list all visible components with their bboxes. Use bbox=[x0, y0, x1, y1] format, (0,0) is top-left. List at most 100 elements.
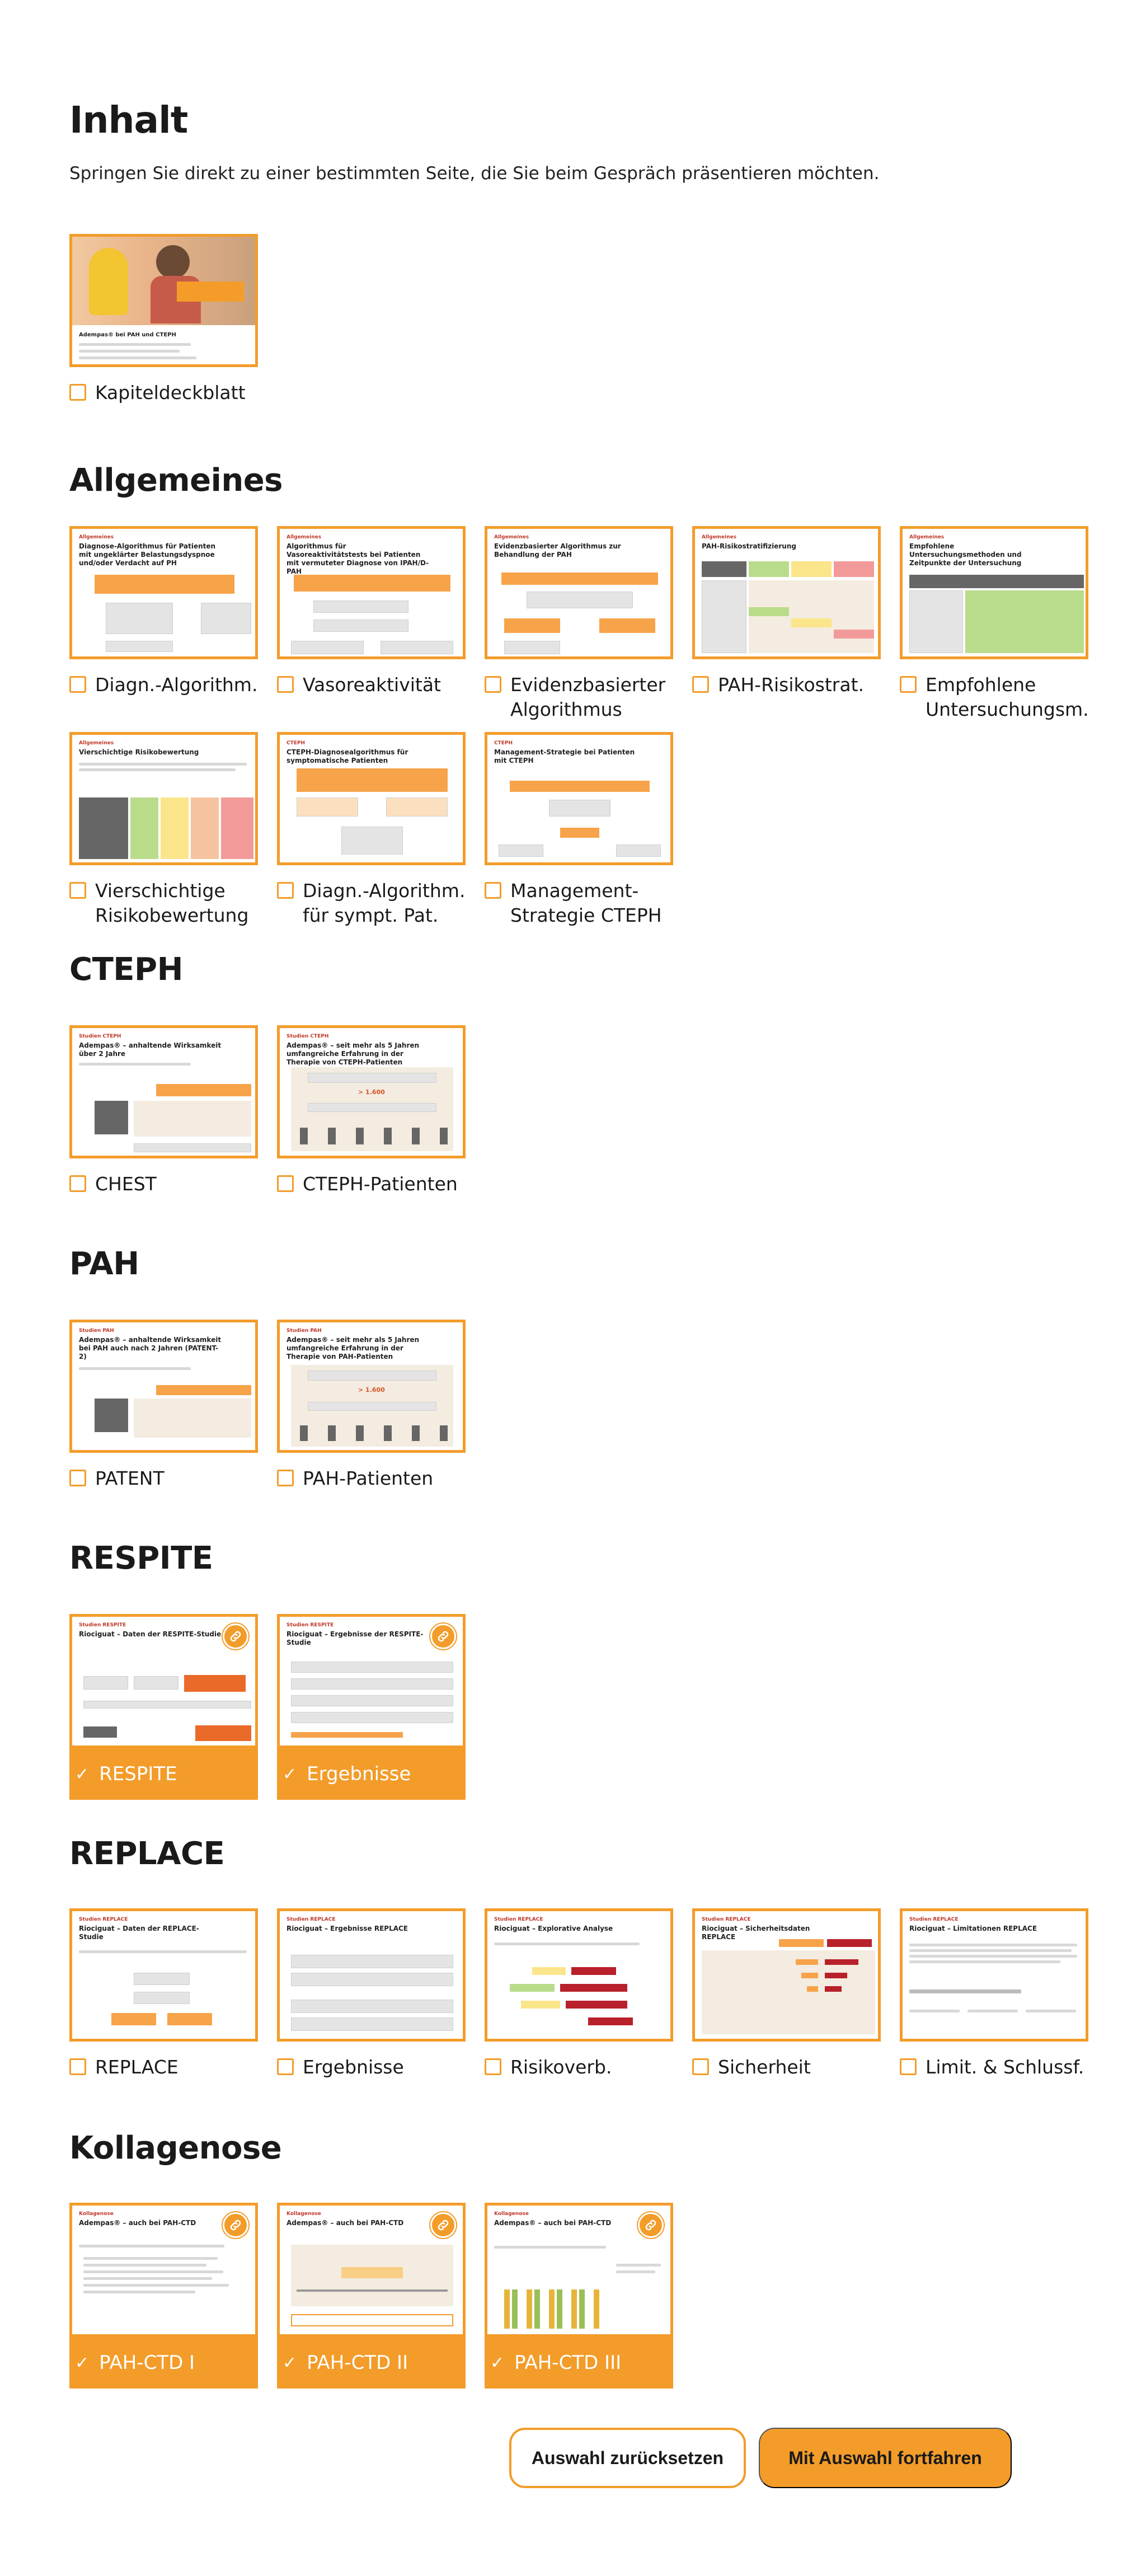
card-label: Diagn.-Algorithm. bbox=[95, 674, 258, 696]
reset-selection-button[interactable]: Auswahl zurücksetzen bbox=[509, 2428, 746, 2488]
slide-thumbnail[interactable]: Studien RESPITE Riociguat – Ergebnisse d… bbox=[277, 1614, 466, 1748]
slide-thumbnail[interactable]: Kollagenose Adempas® – auch bei PAH-CTD bbox=[69, 2203, 258, 2337]
card-label: Evidenzbasierter Algorithmus bbox=[510, 674, 666, 720]
section-title-replace: REPLACE bbox=[69, 1836, 225, 1872]
card-label: PAH-CTD III bbox=[514, 2352, 622, 2374]
slide-thumb-title: Adempas® – anhaltende Wirksamkeit über 2… bbox=[79, 1041, 222, 1058]
card-evidenzbasierter-algorithmus[interactable]: Allgemeines Evidenzbasierter Algorithmus… bbox=[485, 526, 673, 722]
cover-card[interactable]: Adempas® bei PAH und CTEPH Kapiteldeckbl… bbox=[69, 234, 258, 405]
slide-thumb-title: Vierschichtige Risikobewertung bbox=[79, 748, 199, 756]
card-diagn-algorithm[interactable]: Allgemeines Diagnose-Algorithmus für Pat… bbox=[69, 526, 258, 697]
card-pah-ctd-2[interactable]: Kollagenose Adempas® – auch bei PAH-CTD … bbox=[277, 2203, 466, 2389]
slide-thumbnail[interactable]: Studien CTEPH Adempas® – anhaltende Wirk… bbox=[69, 1025, 258, 1158]
cover-checkbox[interactable] bbox=[69, 384, 86, 401]
slide-thumb-title: Riociguat – Daten der REPLACE-Studie bbox=[79, 1925, 199, 1941]
slide-thumbnail[interactable]: Kollagenose Adempas® – auch bei PAH-CTD bbox=[277, 2203, 466, 2337]
card-vierschichtige-risikobewertung[interactable]: Allgemeines Vierschichtige Risikobewertu… bbox=[69, 732, 258, 928]
card-pah-ctd-1[interactable]: Kollagenose Adempas® – auch bei PAH-CTD … bbox=[69, 2203, 258, 2389]
card-pah-risikostrat[interactable]: Allgemeines PAH-Risikostratifizierung PA… bbox=[692, 526, 881, 697]
selected-bar[interactable]: ✓ RESPITE bbox=[69, 1748, 258, 1800]
continue-with-selection-button[interactable]: Mit Auswahl fortfahren bbox=[759, 2428, 1012, 2488]
checkbox[interactable] bbox=[485, 2058, 501, 2075]
card-label: Limit. & Schlussf. bbox=[926, 2056, 1084, 2078]
slide-thumbnail[interactable]: Allgemeines Diagnose-Algorithmus für Pat… bbox=[69, 526, 258, 659]
slide-thumb-title: Riociguat – Daten der RESPITE-Studie bbox=[79, 1630, 222, 1638]
selected-bar[interactable]: ✓ PAH-CTD III bbox=[485, 2337, 673, 2389]
selected-bar[interactable]: ✓ Ergebnisse bbox=[277, 1748, 466, 1800]
selected-bar[interactable]: ✓ PAH-CTD II bbox=[277, 2337, 466, 2389]
slide-thumb-title: Adempas® – auch bei PAH-CTD bbox=[79, 2219, 196, 2227]
section-title-allgemeines: Allgemeines bbox=[69, 462, 283, 499]
card-empfohlene-untersuchungsm[interactable]: Allgemeines Empfohlene Untersuchungsmeth… bbox=[900, 526, 1089, 722]
checkbox[interactable] bbox=[69, 2058, 86, 2075]
checkbox[interactable] bbox=[277, 2058, 294, 2075]
card-chest[interactable]: Studien CTEPH Adempas® – anhaltende Wirk… bbox=[69, 1025, 258, 1196]
link-icon[interactable] bbox=[430, 1624, 456, 1649]
checkbox[interactable] bbox=[900, 2058, 917, 2075]
slide-thumbnail[interactable]: Studien CTEPH Adempas® – seit mehr als 5… bbox=[277, 1025, 466, 1158]
slide-thumbnail[interactable]: Allgemeines PAH-Risikostratifizierung bbox=[692, 526, 881, 659]
slide-thumbnail[interactable]: Allgemeines Vierschichtige Risikobewertu… bbox=[69, 732, 258, 865]
slide-thumbnail[interactable]: Allgemeines Algorithmus für Vasoreaktivi… bbox=[277, 526, 466, 659]
slide-thumbnail[interactable]: Allgemeines Evidenzbasierter Algorithmus… bbox=[485, 526, 673, 659]
checkbox[interactable] bbox=[485, 882, 501, 899]
slide-thumbnail[interactable]: Studien REPLACE Riociguat – Sicherheitsd… bbox=[692, 1908, 881, 2042]
checkbox[interactable] bbox=[692, 2058, 709, 2075]
slide-thumbnail[interactable]: CTEPH Management-Strategie bei Patienten… bbox=[485, 732, 673, 865]
card-respite-ergebnisse[interactable]: Studien RESPITE Riociguat – Ergebnisse d… bbox=[277, 1614, 466, 1800]
checkbox[interactable] bbox=[69, 676, 86, 693]
slide-thumbnail[interactable]: Studien PAH Adempas® – anhaltende Wirksa… bbox=[69, 1320, 258, 1453]
cover-photo bbox=[72, 237, 255, 325]
checkbox[interactable] bbox=[485, 676, 501, 693]
selected-bar[interactable]: ✓ PAH-CTD I bbox=[69, 2337, 258, 2389]
slide-thumbnail[interactable]: Studien RESPITE Riociguat – Daten der RE… bbox=[69, 1614, 258, 1748]
card-management-strategie-cteph[interactable]: CTEPH Management-Strategie bei Patienten… bbox=[485, 732, 673, 928]
checkbox[interactable] bbox=[277, 1470, 294, 1486]
card-risikoverb[interactable]: Studien REPLACE Riociguat – Explorative … bbox=[485, 1908, 673, 2080]
link-icon[interactable] bbox=[638, 2212, 664, 2238]
check-icon: ✓ bbox=[75, 1764, 90, 1784]
slide-thumb-title: Riociguat – Ergebnisse REPLACE bbox=[286, 1925, 408, 1932]
checkbox[interactable] bbox=[69, 1470, 86, 1486]
link-icon[interactable] bbox=[223, 1624, 248, 1649]
section-title-cteph: CTEPH bbox=[69, 951, 183, 988]
slide-thumbnail[interactable]: Studien REPLACE Riociguat – Ergebnisse R… bbox=[277, 1908, 466, 2042]
slide-thumbnail[interactable]: Studien PAH Adempas® – seit mehr als 5 J… bbox=[277, 1320, 466, 1453]
slide-thumbnail[interactable]: CTEPH CTEPH-Diagnosealgorithmus für symp… bbox=[277, 732, 466, 865]
cover-thumbnail[interactable]: Adempas® bei PAH und CTEPH bbox=[69, 234, 258, 367]
card-respite[interactable]: Studien RESPITE Riociguat – Daten der RE… bbox=[69, 1614, 258, 1800]
checkbox[interactable] bbox=[692, 676, 709, 693]
checkbox[interactable] bbox=[69, 882, 86, 899]
card-pah-patienten[interactable]: Studien PAH Adempas® – seit mehr als 5 J… bbox=[277, 1320, 466, 1491]
card-label: RESPITE bbox=[99, 1763, 177, 1785]
card-label: Management-Strategie CTEPH bbox=[510, 880, 662, 926]
slide-thumbnail[interactable]: Kollagenose Adempas® – auch bei PAH-CTD bbox=[485, 2203, 673, 2337]
card-label: PAH-CTD II bbox=[307, 2352, 408, 2374]
card-cteph-patienten[interactable]: Studien CTEPH Adempas® – seit mehr als 5… bbox=[277, 1025, 466, 1196]
checkbox[interactable] bbox=[277, 676, 294, 693]
slide-thumb-title: Algorithmus für Vasoreaktivitätstests be… bbox=[286, 542, 429, 575]
card-label: Empfohlene Untersuchungsm. bbox=[926, 674, 1089, 720]
checkbox[interactable] bbox=[900, 676, 917, 693]
card-patent[interactable]: Studien PAH Adempas® – anhaltende Wirksa… bbox=[69, 1320, 258, 1491]
card-sicherheit[interactable]: Studien REPLACE Riociguat – Sicherheitsd… bbox=[692, 1908, 881, 2080]
card-limit-schlussf[interactable]: Studien REPLACE Riociguat – Limitationen… bbox=[900, 1908, 1088, 2080]
card-label: PAH-Patienten bbox=[303, 1467, 434, 1489]
slide-thumbnail[interactable]: Allgemeines Empfohlene Untersuchungsmeth… bbox=[900, 526, 1088, 659]
slide-thumbnail[interactable]: Studien REPLACE Riociguat – Daten der RE… bbox=[69, 1908, 258, 2042]
card-replace[interactable]: Studien REPLACE Riociguat – Daten der RE… bbox=[69, 1908, 258, 2080]
card-label: PATENT bbox=[95, 1467, 165, 1489]
checkbox[interactable] bbox=[69, 1175, 86, 1192]
card-diagn-algorithm-sympt[interactable]: CTEPH CTEPH-Diagnosealgorithmus für symp… bbox=[277, 732, 466, 928]
checkbox[interactable] bbox=[277, 882, 294, 899]
cover-checkbox-row[interactable]: Kapiteldeckblatt bbox=[69, 381, 258, 405]
slide-thumbnail[interactable]: Studien REPLACE Riociguat – Explorative … bbox=[485, 1908, 673, 2042]
card-vasoreaktivitaet[interactable]: Allgemeines Algorithmus für Vasoreaktivi… bbox=[277, 526, 466, 697]
link-icon[interactable] bbox=[223, 2212, 248, 2238]
section-title-kollagenose: Kollagenose bbox=[69, 2130, 282, 2166]
slide-thumbnail[interactable]: Studien REPLACE Riociguat – Limitationen… bbox=[900, 1908, 1088, 2042]
link-icon[interactable] bbox=[430, 2212, 456, 2238]
checkbox[interactable] bbox=[277, 1175, 294, 1192]
card-replace-ergebnisse[interactable]: Studien REPLACE Riociguat – Ergebnisse R… bbox=[277, 1908, 466, 2080]
card-pah-ctd-3[interactable]: Kollagenose Adempas® – auch bei PAH-CTD … bbox=[485, 2203, 673, 2389]
